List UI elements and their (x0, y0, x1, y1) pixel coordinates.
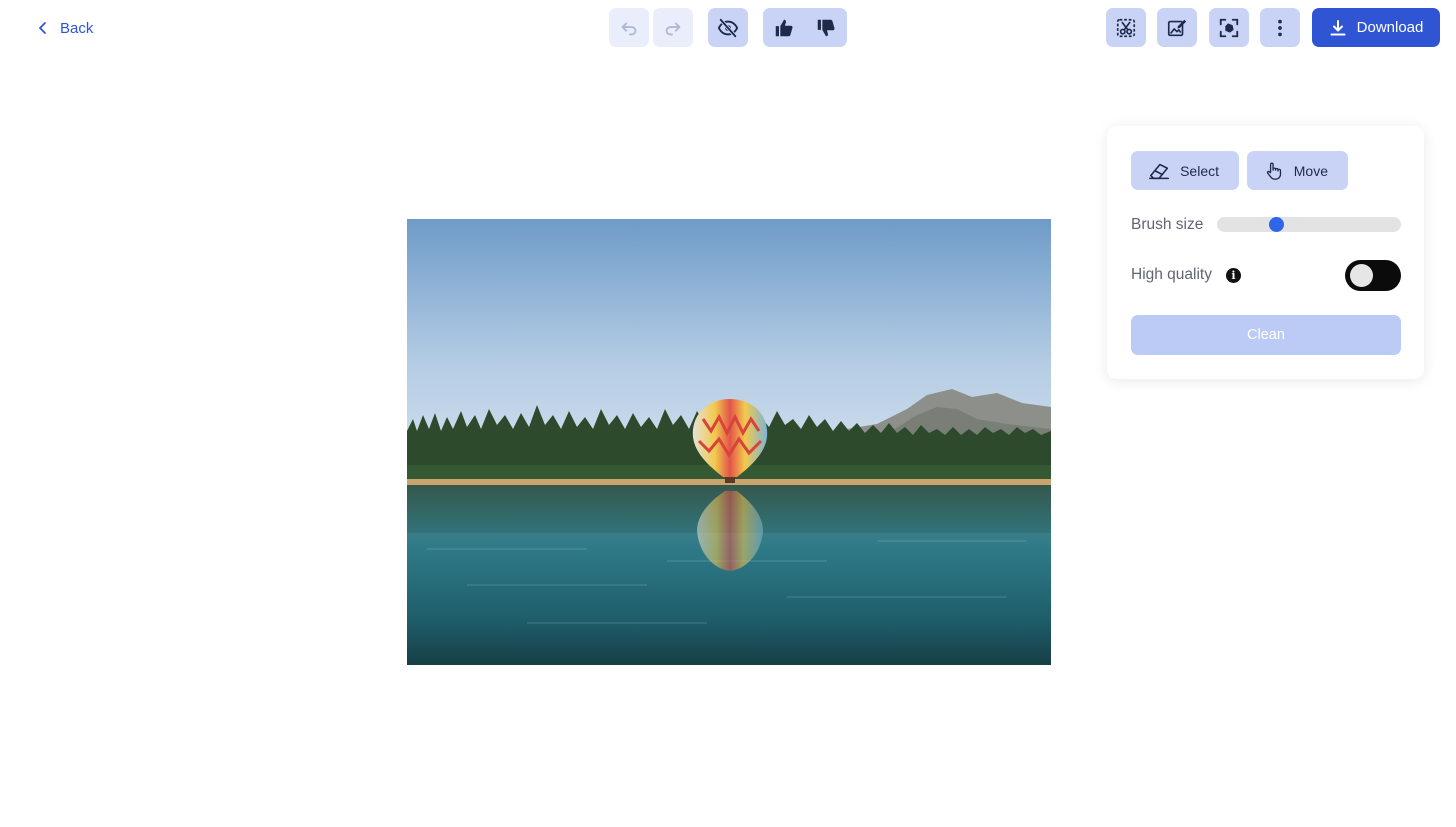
toggle-knob (1350, 264, 1373, 287)
thumbs-down-icon (817, 19, 835, 36)
brush-size-slider-thumb[interactable] (1269, 217, 1284, 232)
thumbs-up-icon (775, 19, 793, 36)
undo-icon (621, 21, 637, 35)
redo-icon (665, 21, 681, 35)
eraser-icon (1149, 163, 1170, 179)
cutout-button[interactable] (1106, 8, 1146, 47)
thumbs-up-button[interactable] (763, 8, 805, 47)
high-quality-label: High quality (1131, 266, 1212, 283)
scissors-icon (1116, 18, 1136, 37)
tool-panel: Select Move Brush size High quality i Cl… (1107, 126, 1424, 379)
download-icon (1330, 19, 1346, 35)
chevron-left-icon (39, 22, 46, 34)
focus-icon (1219, 18, 1239, 37)
back-button[interactable]: Back (36, 14, 93, 42)
image-edit-icon (1167, 19, 1187, 36)
move-label: Move (1293, 162, 1328, 179)
image-canvas[interactable] (407, 219, 1051, 665)
edit-image-button[interactable] (1157, 8, 1197, 47)
select-label: Select (1180, 162, 1219, 179)
eye-off-icon (717, 18, 739, 37)
back-label: Back (60, 19, 94, 37)
brush-size-slider[interactable] (1217, 217, 1401, 232)
select-mode-button[interactable]: Select (1131, 151, 1239, 190)
focus-select-button[interactable] (1209, 8, 1249, 47)
more-button[interactable] (1260, 8, 1300, 47)
thumbs-down-button[interactable] (805, 8, 847, 47)
move-mode-button[interactable]: Move (1247, 151, 1348, 190)
more-vertical-icon (1278, 19, 1282, 36)
editor-page: Back Download Select Move Brush size Hig… (0, 0, 1456, 827)
feedback-group (763, 8, 847, 47)
brush-size-label: Brush size (1131, 216, 1204, 233)
high-quality-toggle[interactable] (1345, 260, 1401, 291)
hide-mask-button[interactable] (708, 8, 748, 47)
undo-button[interactable] (609, 8, 649, 47)
download-label: Download (1356, 19, 1424, 36)
hand-pointer-icon (1266, 162, 1282, 180)
download-button[interactable]: Download (1312, 8, 1440, 47)
clean-button[interactable]: Clean (1131, 315, 1401, 355)
info-icon[interactable]: i (1226, 268, 1241, 283)
photo-hot-air-balloon-lake (407, 219, 1051, 665)
redo-button[interactable] (653, 8, 693, 47)
